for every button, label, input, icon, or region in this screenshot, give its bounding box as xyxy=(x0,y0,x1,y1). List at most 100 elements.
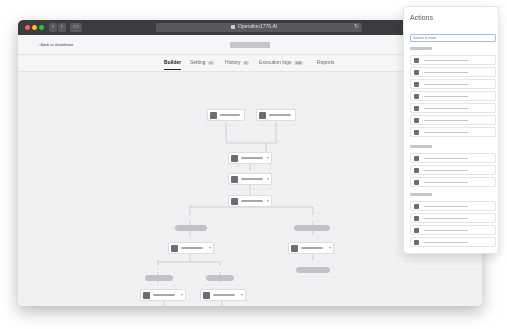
tab-builder-label: Builder xyxy=(164,60,182,66)
action-label-placeholder xyxy=(424,217,468,219)
workflow-node[interactable]: ▾ xyxy=(288,242,334,254)
action-item[interactable] xyxy=(410,79,496,89)
node-app-icon xyxy=(291,245,298,252)
action-item[interactable] xyxy=(410,153,496,163)
node-label-placeholder xyxy=(241,178,263,180)
tab-execution-logs-label: Execution logs xyxy=(259,60,292,66)
workflow-node[interactable]: ▾ xyxy=(168,242,214,254)
back-to-workflows-link[interactable]: ‹ Back to Workflows xyxy=(38,42,73,47)
action-app-icon xyxy=(414,69,419,75)
action-app-icon xyxy=(414,105,419,111)
branch-label-pill[interactable] xyxy=(294,225,330,231)
action-item[interactable] xyxy=(410,67,496,77)
action-label-placeholder xyxy=(424,205,468,207)
workflow-node[interactable]: ▾ xyxy=(228,173,272,185)
maximize-window-button[interactable] xyxy=(39,25,44,30)
lock-icon xyxy=(231,25,235,29)
chevron-down-icon[interactable]: ▾ xyxy=(267,176,269,181)
branch-label-pill[interactable] xyxy=(145,275,173,281)
browser-back-icon[interactable]: ‹ xyxy=(49,23,57,32)
action-item[interactable] xyxy=(410,225,496,235)
action-app-icon xyxy=(414,93,419,99)
node-app-icon xyxy=(171,245,178,252)
tab-builder[interactable]: Builder xyxy=(164,60,182,70)
workflow-node[interactable] xyxy=(256,109,296,121)
action-item[interactable] xyxy=(410,213,496,223)
workflow-node[interactable]: ▾ xyxy=(140,289,186,301)
tab-execution-logs[interactable]: Execution logs 128 xyxy=(259,60,304,66)
connector-line xyxy=(189,206,314,215)
node-app-icon xyxy=(203,292,210,299)
node-app-icon xyxy=(210,112,217,119)
chevron-down-icon[interactable]: ▾ xyxy=(267,198,269,203)
workflow-node[interactable] xyxy=(207,109,245,121)
action-item[interactable] xyxy=(410,115,496,125)
actions-panel: Actions xyxy=(403,6,499,254)
action-app-icon xyxy=(414,129,419,135)
action-app-icon xyxy=(414,227,419,233)
action-item[interactable] xyxy=(410,177,496,187)
actions-search-input[interactable] xyxy=(410,34,496,42)
action-label-placeholder xyxy=(424,157,468,159)
action-app-icon xyxy=(414,117,419,123)
action-app-icon xyxy=(414,179,419,185)
node-label-placeholder xyxy=(213,294,235,296)
minimize-window-button[interactable] xyxy=(32,25,37,30)
action-item[interactable] xyxy=(410,103,496,113)
action-item[interactable] xyxy=(410,165,496,175)
section-header-placeholder xyxy=(410,193,432,196)
node-label-placeholder xyxy=(301,247,323,249)
close-window-button[interactable] xyxy=(25,25,30,30)
address-bar[interactable]: Operation1776.AI ↻ xyxy=(156,23,362,32)
section-header-placeholder xyxy=(410,145,432,148)
chevron-down-icon[interactable]: ▾ xyxy=(209,245,211,250)
tab-setting-label: Setting xyxy=(190,60,206,66)
connector-line xyxy=(157,261,221,266)
action-label-placeholder xyxy=(424,119,468,121)
action-item[interactable] xyxy=(410,201,496,211)
chevron-down-icon[interactable]: ▾ xyxy=(267,155,269,160)
node-label-placeholder xyxy=(153,294,175,296)
workflow-node[interactable]: ▾ xyxy=(200,289,246,301)
action-label-placeholder xyxy=(424,107,468,109)
browser-forward-icon[interactable]: › xyxy=(58,23,66,32)
sidebar-toggle-icon[interactable]: ▭ xyxy=(70,23,82,32)
action-label-placeholder xyxy=(424,83,468,85)
action-item[interactable] xyxy=(410,237,496,247)
actions-panel-title: Actions xyxy=(410,15,433,22)
node-app-icon xyxy=(143,292,150,299)
action-app-icon xyxy=(414,155,419,161)
action-label-placeholder xyxy=(424,131,468,133)
connector-line xyxy=(266,122,277,144)
branch-label-pill[interactable] xyxy=(206,275,234,281)
workflow-node[interactable]: ▾ xyxy=(228,195,272,207)
tab-setting[interactable]: Setting 0 xyxy=(190,60,214,66)
tab-history[interactable]: History 0 xyxy=(225,60,249,66)
node-app-icon xyxy=(259,112,266,119)
chevron-down-icon[interactable]: ▾ xyxy=(181,292,183,297)
action-label-placeholder xyxy=(424,229,468,231)
action-app-icon xyxy=(414,167,419,173)
action-item[interactable] xyxy=(410,55,496,65)
action-app-icon xyxy=(414,239,419,245)
chevron-down-icon[interactable]: ▾ xyxy=(329,245,331,250)
end-node-pill[interactable] xyxy=(296,267,330,273)
connector-line xyxy=(225,122,267,153)
address-bar-url: Operation1776.AI xyxy=(238,24,278,30)
screenshot-stage: ‹ › ▭ Operation1776.AI ↻ ‹ Back to Workf… xyxy=(0,0,507,329)
action-item[interactable] xyxy=(410,91,496,101)
action-app-icon xyxy=(414,215,419,221)
reload-icon[interactable]: ↻ xyxy=(354,23,359,32)
chevron-down-icon[interactable]: ▾ xyxy=(241,292,243,297)
tab-setting-badge: 0 xyxy=(207,60,214,65)
action-app-icon xyxy=(414,57,419,63)
tab-reports[interactable]: Reports xyxy=(317,60,335,66)
branch-label-pill[interactable] xyxy=(175,225,207,231)
action-label-placeholder xyxy=(424,95,468,97)
node-label-placeholder xyxy=(181,247,203,249)
action-label-placeholder xyxy=(424,181,468,183)
workflow-node[interactable]: ▾ xyxy=(228,152,272,164)
tab-execution-logs-badge: 128 xyxy=(293,60,304,65)
action-item[interactable] xyxy=(410,127,496,137)
node-label-placeholder xyxy=(241,200,263,202)
